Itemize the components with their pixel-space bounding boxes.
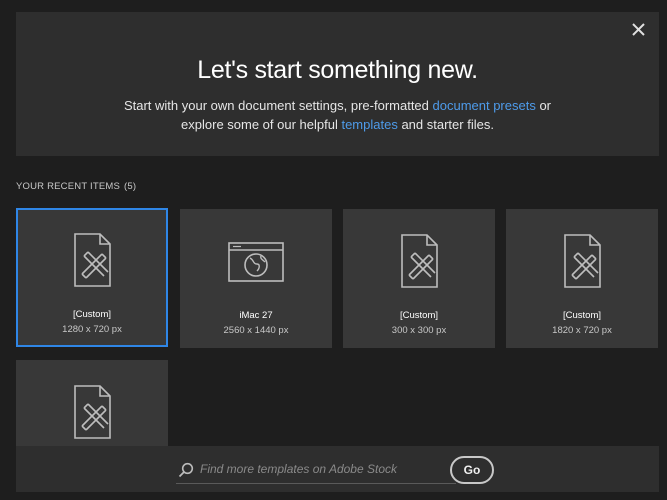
hero-panel: Let's start something new. Start with yo… xyxy=(16,12,659,156)
hero-title: Let's start something new. xyxy=(197,56,478,84)
stock-search-input[interactable] xyxy=(200,459,450,479)
new-document-dialog: Let's start something new. Start with yo… xyxy=(0,0,667,500)
close-icon xyxy=(632,23,645,36)
hero-text-3: explore some of our helpful xyxy=(181,117,342,132)
recent-items-count: (5) xyxy=(124,181,137,192)
recent-item-card[interactable]: [Custom] 1820 x 720 px xyxy=(506,209,658,348)
document-pencil-icon xyxy=(401,234,438,288)
recent-item-card[interactable] xyxy=(16,360,168,446)
stock-search-field xyxy=(176,454,456,484)
recent-item-dimensions: 300 x 300 px xyxy=(391,325,447,336)
templates-link[interactable]: templates xyxy=(341,117,397,132)
hero-text-1: Start with your own document settings, p… xyxy=(123,98,433,113)
recent-item-card[interactable]: iMac 27 2560 x 1440 px xyxy=(180,209,332,348)
hero-subtitle: Start with your own document settings, p… xyxy=(16,96,659,134)
recent-items-label: YOUR RECENT ITEMS xyxy=(16,181,121,192)
recent-item-name: iMac 27 xyxy=(239,310,273,321)
document-pencil-icon xyxy=(74,233,111,287)
document-presets-link[interactable]: document presets xyxy=(433,98,536,113)
web-globe-icon xyxy=(228,242,284,282)
search-icon xyxy=(178,462,194,478)
hero-text-4: and starter files. xyxy=(397,117,494,132)
recent-item-dimensions: 2560 x 1440 px xyxy=(223,325,289,336)
document-pencil-icon xyxy=(564,234,601,288)
document-pencil-icon xyxy=(74,385,111,439)
adobe-stock-search-bar: Go xyxy=(16,446,659,492)
recent-item-name: [Custom] xyxy=(562,310,601,321)
hero-text-2: or xyxy=(535,98,552,113)
close-button[interactable] xyxy=(629,20,649,40)
recent-item-card[interactable]: [Custom] 300 x 300 px xyxy=(343,209,495,348)
recent-item-name: [Custom] xyxy=(72,309,111,320)
recent-item-dimensions: 1820 x 720 px xyxy=(552,325,612,336)
recent-item-card[interactable]: [Custom] 1280 x 720 px xyxy=(16,208,168,347)
recent-items-heading: YOUR RECENT ITEMS (5) xyxy=(16,181,136,192)
recent-item-name: [Custom] xyxy=(399,310,438,321)
go-button[interactable]: Go xyxy=(450,456,494,484)
recent-item-dimensions: 1280 x 720 px xyxy=(62,324,122,335)
